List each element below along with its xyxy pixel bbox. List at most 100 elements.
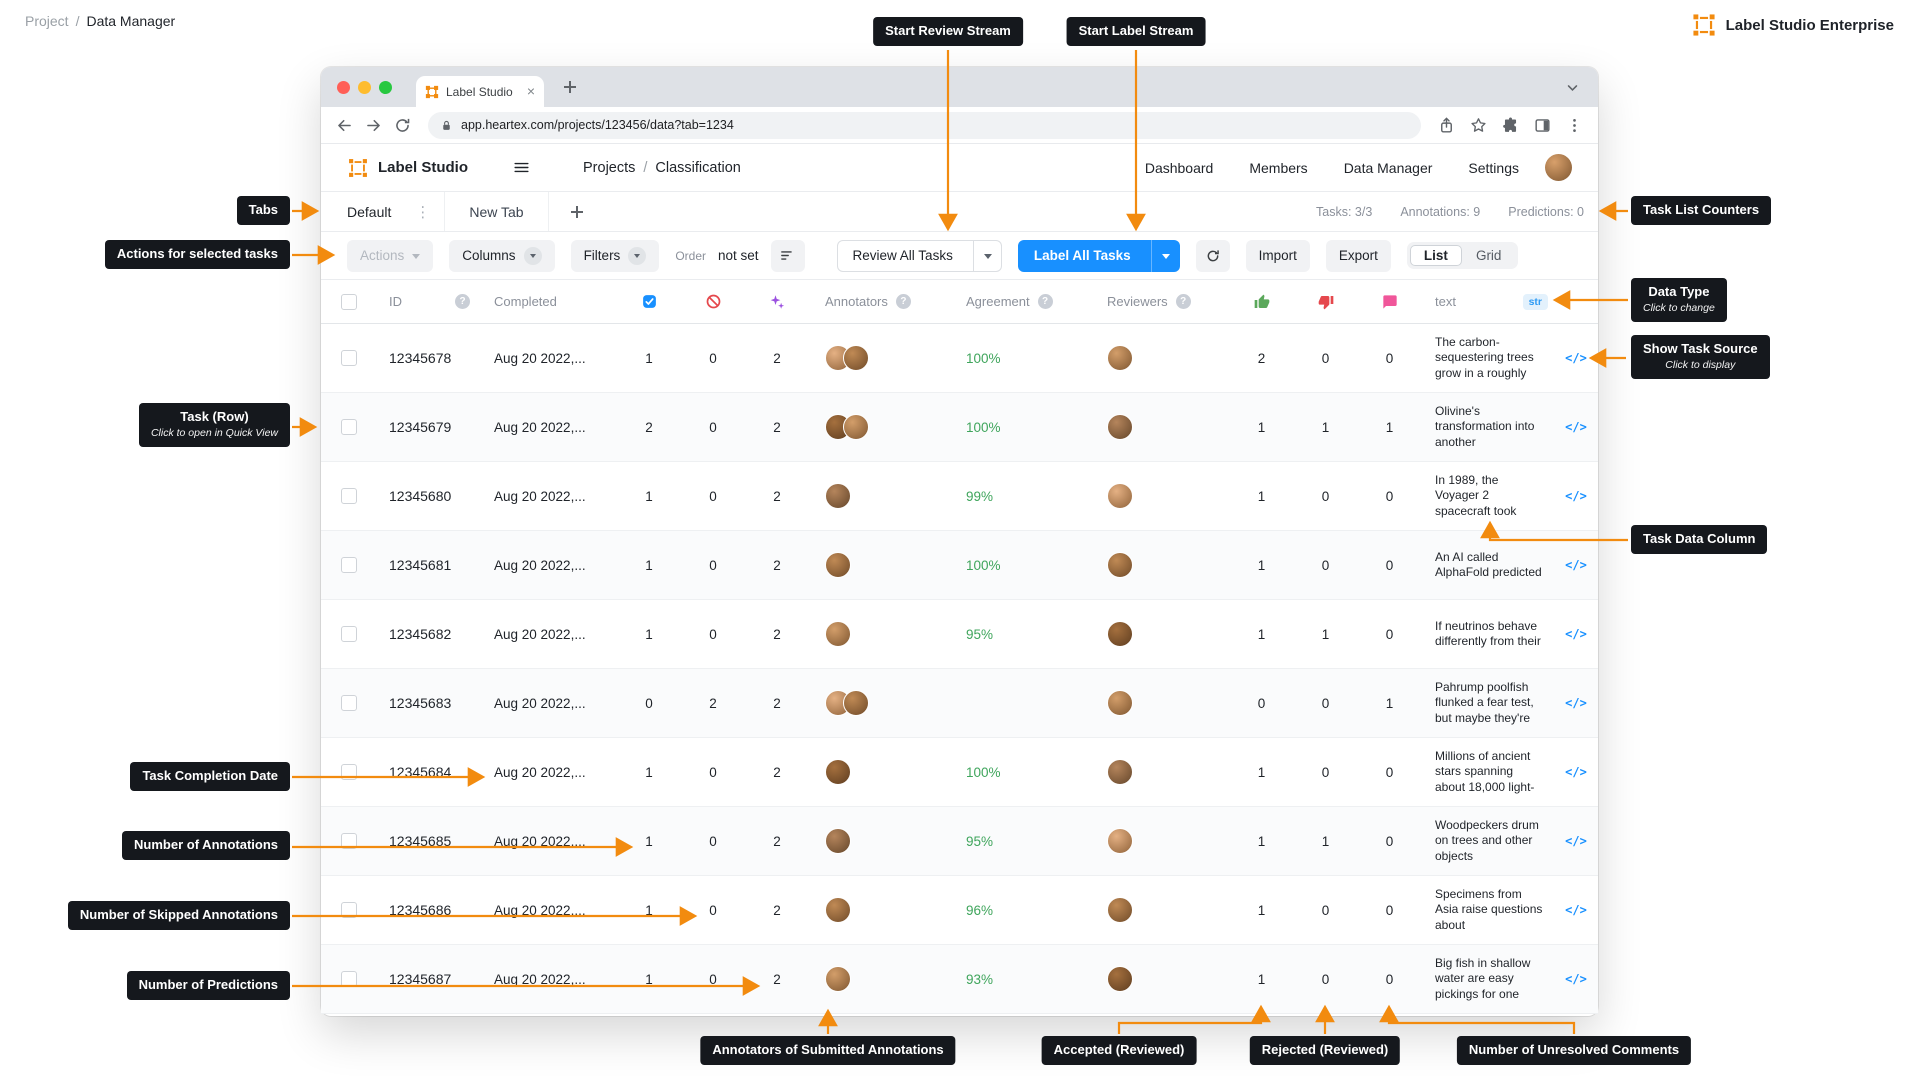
annotator-avatar[interactable] [825,552,851,578]
data-type-badge[interactable]: str [1523,294,1548,310]
tab-search-chevron-icon[interactable] [1563,78,1582,97]
select-all-checkbox[interactable] [341,294,357,310]
side-panel-icon[interactable] [1533,116,1552,135]
row-checkbox[interactable] [341,833,357,849]
sort-order-button[interactable] [771,240,805,272]
annotator-avatar[interactable] [843,414,869,440]
skipped-column-icon[interactable] [705,293,722,310]
rejected-thumbs-down-icon[interactable] [1318,294,1334,310]
annotator-avatar[interactable] [825,621,851,647]
task-source-icon[interactable]: </> [1565,834,1587,848]
help-icon[interactable] [1176,294,1191,309]
view-grid-button[interactable]: Grid [1462,245,1516,266]
row-checkbox[interactable] [341,626,357,642]
minimize-window-button[interactable] [358,81,371,94]
forward-icon[interactable] [364,116,383,135]
filters-dropdown[interactable]: Filters [571,240,660,272]
hamburger-menu-icon[interactable] [512,158,531,177]
row-checkbox[interactable] [341,695,357,711]
user-avatar[interactable] [1545,154,1572,181]
task-row[interactable]: 12345681Aug 20 2022,...102100%100An AI c… [321,531,1598,600]
task-source-icon[interactable]: </> [1565,765,1587,779]
add-tab-button[interactable] [549,192,605,231]
task-source-icon[interactable]: </> [1565,420,1587,434]
task-row[interactable]: 12345680Aug 20 2022,...10299%100In 1989,… [321,462,1598,531]
task-source-icon[interactable]: </> [1565,489,1587,503]
task-row[interactable]: 12345683Aug 20 2022,...022001Pahrump poo… [321,669,1598,738]
reviewer-avatar[interactable] [1107,483,1133,509]
row-checkbox[interactable] [341,419,357,435]
col-text-label[interactable]: text [1435,294,1456,309]
comments-column-icon[interactable] [1382,294,1398,310]
import-button[interactable]: Import [1246,240,1310,272]
browser-tab[interactable]: Label Studio [416,76,544,107]
help-icon[interactable] [896,294,911,309]
label-all-tasks-button[interactable]: Label All Tasks [1018,240,1180,272]
reviewer-avatar[interactable] [1107,345,1133,371]
app-breadcrumb-projects[interactable]: Projects [583,160,635,176]
reviewer-avatar[interactable] [1107,621,1133,647]
bookmark-star-icon[interactable] [1469,116,1488,135]
annotator-avatar[interactable] [825,828,851,854]
col-id-label[interactable]: ID [389,294,402,309]
task-row[interactable]: 12345678Aug 20 2022,...102100%200The car… [321,324,1598,393]
browser-menu-kebab-icon[interactable] [1565,116,1584,135]
columns-dropdown[interactable]: Columns [449,240,554,272]
predictions-column-icon[interactable] [768,293,786,311]
extensions-puzzle-icon[interactable] [1501,116,1520,135]
tab-default[interactable]: Default [321,192,445,231]
annotator-avatar[interactable] [843,345,869,371]
col-annotators-label[interactable]: Annotators [825,294,888,309]
task-source-icon[interactable]: </> [1565,351,1587,365]
actions-dropdown[interactable]: Actions [347,240,433,272]
label-all-tasks-chevron[interactable] [1151,240,1180,272]
close-tab-icon[interactable] [527,83,535,101]
share-icon[interactable] [1437,116,1456,135]
row-checkbox[interactable] [341,971,357,987]
annotator-avatar[interactable] [825,897,851,923]
review-all-tasks-chevron[interactable] [973,240,1002,272]
task-source-icon[interactable]: </> [1565,558,1587,572]
task-row[interactable]: 12345687Aug 20 2022,...10293%100Big fish… [321,945,1598,1014]
task-row[interactable]: 12345686Aug 20 2022,...10296%100Specimen… [321,876,1598,945]
reviewer-avatar[interactable] [1107,690,1133,716]
nav-data-manager[interactable]: Data Manager [1344,160,1433,176]
reviewer-avatar[interactable] [1107,897,1133,923]
nav-members[interactable]: Members [1249,160,1307,176]
export-button[interactable]: Export [1326,240,1391,272]
col-agreement-label[interactable]: Agreement [966,294,1030,309]
close-window-button[interactable] [337,81,350,94]
reviewer-avatar[interactable] [1107,414,1133,440]
tab-new-tab[interactable]: New Tab [445,192,548,231]
reviewer-avatar[interactable] [1107,966,1133,992]
annotator-avatar[interactable] [843,690,869,716]
task-source-icon[interactable]: </> [1565,972,1587,986]
reviewer-avatar[interactable] [1107,828,1133,854]
back-icon[interactable] [335,116,354,135]
row-checkbox[interactable] [341,350,357,366]
new-browser-tab-button[interactable] [558,75,582,99]
col-reviewers-label[interactable]: Reviewers [1107,294,1168,309]
tab-menu-kebab-icon[interactable] [415,203,430,221]
nav-dashboard[interactable]: Dashboard [1145,160,1214,176]
task-source-icon[interactable]: </> [1565,627,1587,641]
task-source-icon[interactable]: </> [1565,696,1587,710]
help-icon[interactable] [1038,294,1053,309]
url-field[interactable]: app.heartex.com/projects/123456/data?tab… [428,112,1421,139]
task-row[interactable]: 12345685Aug 20 2022,...10295%110Woodpeck… [321,807,1598,876]
task-row[interactable]: 12345682Aug 20 2022,...10295%110If neutr… [321,600,1598,669]
row-checkbox[interactable] [341,488,357,504]
row-checkbox[interactable] [341,902,357,918]
task-row[interactable]: 12345679Aug 20 2022,...202100%111Olivine… [321,393,1598,462]
app-logo-icon[interactable] [347,157,369,179]
reviewer-avatar[interactable] [1107,552,1133,578]
order-value[interactable]: not set [718,248,759,263]
view-list-button[interactable]: List [1410,245,1462,266]
nav-settings[interactable]: Settings [1468,160,1519,176]
refresh-button[interactable] [1196,240,1230,272]
annotations-column-icon[interactable] [641,293,658,310]
reviewer-avatar[interactable] [1107,759,1133,785]
task-row[interactable]: 12345684Aug 20 2022,...102100%100Million… [321,738,1598,807]
review-all-tasks-button[interactable]: Review All Tasks [837,240,1002,272]
accepted-thumbs-up-icon[interactable] [1254,294,1270,310]
